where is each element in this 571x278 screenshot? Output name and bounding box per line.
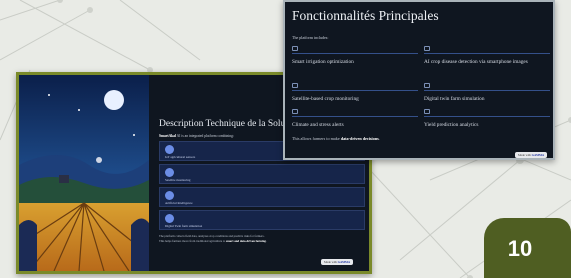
made-with-gamma-badge[interactable]: Made with GAMMA bbox=[320, 259, 353, 265]
twin-icon bbox=[165, 214, 174, 224]
feature-card-digital-twin[interactable]: Digital Twin farm simulation bbox=[159, 210, 365, 231]
twin-icon bbox=[424, 83, 430, 88]
made-with-gamma-badge[interactable]: Made with GAMMA bbox=[514, 152, 547, 158]
page-number: 10 bbox=[507, 236, 533, 261]
slide-footer-text: This allows farmers to make data-driven … bbox=[292, 136, 380, 141]
ai-icon bbox=[165, 191, 174, 201]
satellite-icon bbox=[165, 168, 174, 178]
slide-footer-text: The platform collects field data, analyz… bbox=[159, 234, 267, 244]
water-icon bbox=[292, 46, 298, 51]
page-number-badge: 10 bbox=[484, 218, 571, 278]
slide-title: Fonctionnalités Principales bbox=[292, 8, 439, 23]
slide-main-features[interactable]: Fonctionnalités Principales The platform… bbox=[283, 0, 555, 160]
slide-subtitle: The platform includes: bbox=[292, 35, 329, 40]
alert-icon bbox=[292, 109, 298, 114]
leaf-icon bbox=[424, 46, 430, 51]
satellite-icon bbox=[292, 83, 298, 88]
sensor-icon bbox=[165, 145, 174, 155]
farm-night-illustration bbox=[19, 75, 149, 271]
feature-card-satellite[interactable]: Satellite monitoring bbox=[159, 164, 365, 185]
chart-icon bbox=[424, 109, 430, 114]
feature-card-ai[interactable]: Artificial Intelligence bbox=[159, 187, 365, 208]
